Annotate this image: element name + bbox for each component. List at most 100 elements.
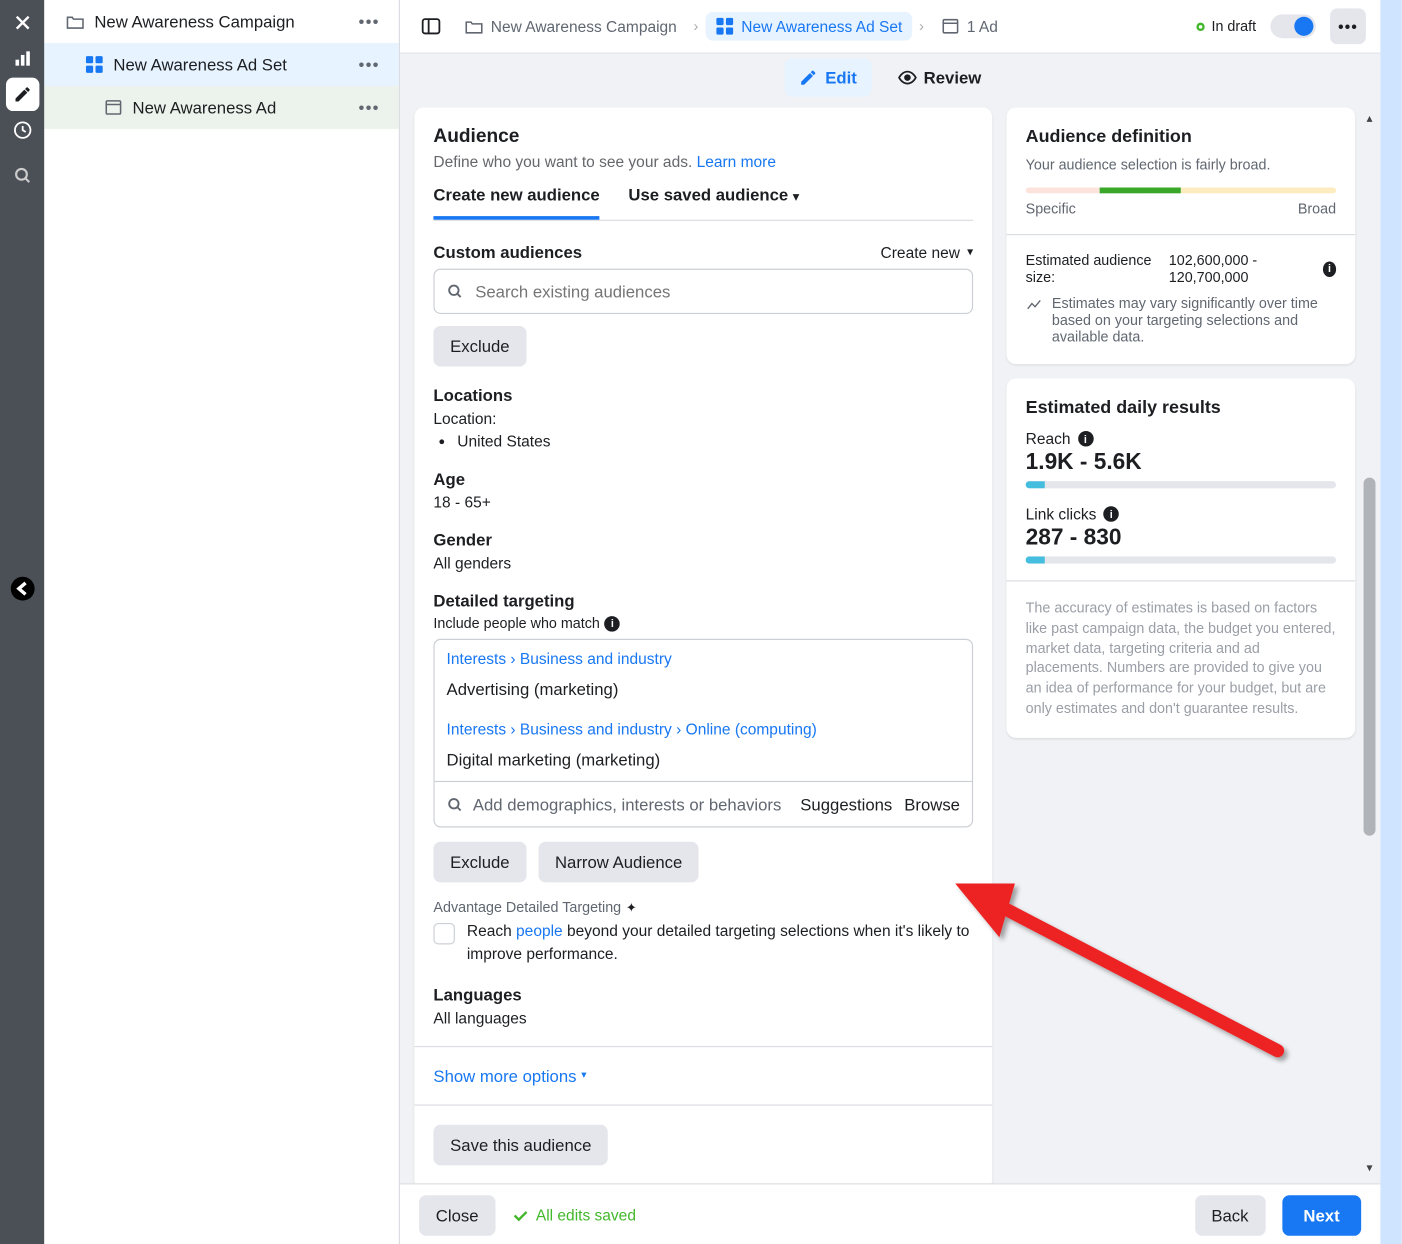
browse-link[interactable]: Browse: [904, 795, 960, 814]
close-icon[interactable]: [5, 6, 38, 39]
show-more-options-link[interactable]: Show more options▾: [433, 1066, 973, 1085]
learn-more-link[interactable]: Learn more: [697, 153, 776, 171]
audience-tabs: Create new audience Use saved audience▾: [433, 185, 973, 221]
next-button[interactable]: Next: [1282, 1195, 1361, 1236]
tab-create-new-audience[interactable]: Create new audience: [433, 185, 599, 220]
folder-icon: [66, 12, 85, 31]
search-audiences-input[interactable]: [433, 269, 973, 314]
more-icon[interactable]: •••: [354, 55, 385, 74]
more-button[interactable]: •••: [1330, 8, 1366, 44]
main-area: New Awareness Campaign › New Awareness A…: [400, 0, 1380, 1244]
narrow-audience-button[interactable]: Narrow Audience: [538, 842, 699, 883]
chevron-down-icon: ▾: [793, 191, 799, 204]
tree-item-label: New Awareness Ad: [133, 98, 277, 117]
tab-use-saved-audience[interactable]: Use saved audience▾: [628, 185, 799, 220]
tree-item-ad[interactable]: New Awareness Ad •••: [44, 86, 399, 129]
header: New Awareness Campaign › New Awareness A…: [400, 0, 1380, 53]
status-badge: In draft: [1196, 18, 1256, 35]
tree-item-label: New Awareness Campaign: [94, 12, 294, 31]
back-button[interactable]: Back: [1195, 1195, 1266, 1236]
chevron-right-icon: ›: [694, 18, 699, 35]
chevron-down-icon: ▾: [581, 1069, 586, 1082]
review-label: Review: [924, 67, 982, 86]
age-label: Age: [433, 469, 973, 488]
audience-definition-title: Audience definition: [1026, 127, 1336, 147]
more-icon[interactable]: •••: [354, 98, 385, 117]
custom-audiences-label: Custom audiences Create new▾: [433, 242, 973, 261]
page-right-strip: [1380, 0, 1401, 1244]
reach-bar: [1026, 481, 1336, 488]
location-value: United States: [457, 432, 973, 450]
exclude-button[interactable]: Exclude: [433, 326, 526, 367]
info-icon[interactable]: i: [1078, 431, 1094, 447]
divider: [414, 1104, 992, 1105]
search-icon: [447, 796, 464, 813]
action-row: Edit Review: [400, 53, 1380, 101]
estimate-note: Estimates may vary significantly over ti…: [1026, 295, 1336, 345]
create-new-button[interactable]: Create new▾: [881, 243, 974, 261]
crumb-label: 1 Ad: [967, 17, 998, 35]
trend-icon: [1026, 297, 1043, 314]
reach-value: 1.9K - 5.6K: [1026, 450, 1336, 476]
include-match-label: Include people who match i: [433, 615, 973, 632]
interest-path-1[interactable]: Interests › Business and industry: [435, 640, 972, 672]
advantage-text: Reach people beyond your detailed target…: [467, 921, 973, 966]
status-dot-icon: [1196, 22, 1204, 30]
info-icon[interactable]: i: [1323, 261, 1336, 277]
advantage-targeting-row: Reach people beyond your detailed target…: [433, 921, 973, 966]
locations-label: Locations: [433, 386, 973, 405]
scrollbar-thumb[interactable]: [1364, 478, 1376, 836]
crumb-adset[interactable]: New Awareness Ad Set: [705, 12, 911, 41]
panel-toggle-icon[interactable]: [414, 10, 447, 43]
check-icon: [512, 1207, 529, 1224]
tree-item-campaign[interactable]: New Awareness Campaign •••: [44, 0, 399, 43]
pencil-icon[interactable]: [5, 78, 38, 111]
audience-definition-note: Your audience selection is fairly broad.: [1026, 156, 1336, 173]
scroll-down-icon[interactable]: ▾: [1361, 1159, 1378, 1176]
save-audience-button[interactable]: Save this audience: [433, 1124, 608, 1165]
divider: [414, 1046, 992, 1047]
exclude-targeting-button[interactable]: Exclude: [433, 842, 526, 883]
edit-button[interactable]: Edit: [785, 58, 872, 96]
scroll-up-icon[interactable]: ▴: [1361, 110, 1378, 127]
edit-label: Edit: [825, 67, 857, 86]
add-targeting-row[interactable]: Add demographics, interests or behaviors…: [435, 781, 972, 826]
tree-item-label: New Awareness Ad Set: [113, 55, 286, 74]
interest-path-2[interactable]: Interests › Business and industry › Onli…: [435, 710, 972, 742]
folder-icon: [464, 17, 483, 36]
publish-toggle[interactable]: [1270, 14, 1315, 38]
review-button[interactable]: Review: [883, 58, 996, 96]
chevron-right-icon: ›: [919, 18, 924, 35]
clicks-bar: [1026, 556, 1336, 563]
more-icon[interactable]: •••: [354, 12, 385, 31]
chart-icon[interactable]: [5, 42, 38, 75]
close-button[interactable]: Close: [419, 1195, 495, 1236]
estimated-size: Estimated audience size: 102,600,000 - 1…: [1026, 252, 1336, 285]
clock-icon[interactable]: [5, 113, 38, 146]
audience-panel: Audience Define who you want to see your…: [414, 107, 992, 1188]
audience-definition-panel: Audience definition Your audience select…: [1007, 107, 1356, 364]
info-icon[interactable]: i: [605, 616, 621, 632]
footer: Close All edits saved Back Next: [400, 1183, 1380, 1244]
audience-title: Audience: [433, 127, 973, 148]
tree-item-adset[interactable]: New Awareness Ad Set •••: [44, 43, 399, 86]
search-icon[interactable]: [5, 159, 38, 192]
interest-value-2[interactable]: Digital marketing (marketing): [435, 743, 972, 781]
info-icon[interactable]: i: [1104, 506, 1120, 522]
suggestions-link[interactable]: Suggestions: [800, 795, 892, 814]
advantage-checkbox[interactable]: [433, 923, 454, 944]
gender-value: All genders: [433, 554, 973, 572]
crumb-campaign[interactable]: New Awareness Campaign: [455, 12, 686, 41]
gender-label: Gender: [433, 530, 973, 549]
crumb-ad[interactable]: 1 Ad: [931, 12, 1007, 41]
interest-value-1[interactable]: Advertising (marketing): [435, 672, 972, 710]
add-targeting-placeholder: Add demographics, interests or behaviors: [473, 795, 781, 814]
search-audiences-field[interactable]: [473, 281, 960, 302]
edr-disclaimer: The accuracy of estimates is based on fa…: [1026, 598, 1336, 718]
people-link[interactable]: people: [516, 922, 563, 940]
targeting-box: Interests › Business and industry Advert…: [433, 639, 973, 828]
age-value: 18 - 65+: [433, 493, 973, 511]
collapse-icon[interactable]: [10, 577, 34, 601]
advantage-targeting-label: Advantage Detailed Targeting ✦: [433, 899, 973, 916]
sparkle-icon: ✦: [626, 900, 637, 916]
